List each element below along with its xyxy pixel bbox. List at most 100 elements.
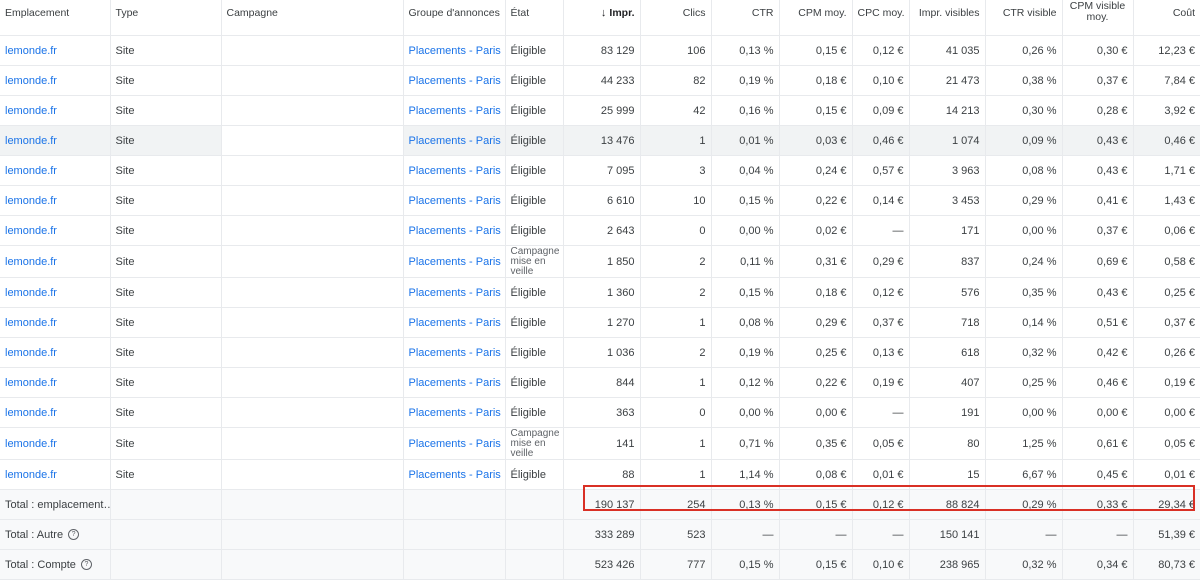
- clics-cell: 2: [640, 337, 712, 368]
- header-emplacement[interactable]: Emplacement: [0, 0, 111, 36]
- impr-cell: 1 270: [563, 307, 641, 338]
- status-cell: Campagne mise en veille: [505, 427, 564, 460]
- header-impr-visibles[interactable]: Impr. visibles: [909, 0, 986, 36]
- ctrv-cell: 0,30 %: [985, 95, 1063, 126]
- type-cell: Site: [110, 155, 222, 186]
- placement-link[interactable]: lemonde.fr: [0, 185, 111, 216]
- ad-group-link[interactable]: Placements - Paris: [403, 155, 506, 186]
- cout-cell: 12,23 €: [1133, 35, 1200, 66]
- totals-row: Total : Compte? 523 426 777 0,15 % 0,15 €0,1…: [0, 549, 1200, 580]
- help-circle-icon[interactable]: ?: [68, 529, 80, 541]
- header-type[interactable]: Type: [110, 0, 222, 36]
- ad-group-link[interactable]: Placements - Paris: [403, 215, 506, 246]
- ad-group-link[interactable]: Placements - Paris: [403, 427, 506, 460]
- placement-link[interactable]: lemonde.fr: [0, 277, 111, 308]
- ad-group-link[interactable]: Placements - Paris: [403, 277, 506, 308]
- placement-link[interactable]: lemonde.fr: [0, 397, 111, 428]
- placement-link[interactable]: lemonde.fr: [0, 367, 111, 398]
- cpc-cell: 0,12 €: [852, 35, 910, 66]
- clics-cell: 42: [640, 95, 712, 126]
- header-clics[interactable]: Clics: [640, 0, 712, 36]
- cpc-cell: 0,10 €: [852, 65, 910, 96]
- totals-iv-cell: 150 141: [909, 519, 986, 550]
- placement-link[interactable]: lemonde.fr: [0, 95, 111, 126]
- header-ctr[interactable]: CTR: [711, 0, 780, 36]
- header-cout[interactable]: Coût: [1133, 0, 1200, 36]
- status-cell: Éligible: [505, 277, 564, 308]
- header-etat[interactable]: État: [505, 0, 564, 36]
- ad-group-link[interactable]: Placements - Paris: [403, 459, 506, 490]
- clics-cell: 1: [640, 125, 712, 156]
- type-cell: Site: [110, 367, 222, 398]
- header-impr[interactable]: ↓ Impr.: [563, 0, 641, 36]
- totals-ctrv-cell: 0,32 %: [985, 549, 1063, 580]
- iv-cell: 618: [909, 337, 986, 368]
- table-row: lemonde.fr Site Placements - Paris Éligible…: [0, 65, 1200, 96]
- ad-group-link[interactable]: Placements - Paris: [403, 245, 506, 278]
- iv-cell: 1 074: [909, 125, 986, 156]
- ad-group-link[interactable]: Placements - Paris: [403, 337, 506, 368]
- header-groupe[interactable]: Groupe d'annonces: [403, 0, 506, 36]
- ad-group-link[interactable]: Placements - Paris: [403, 125, 506, 156]
- cpm-cell: 0,29 €: [779, 307, 853, 338]
- ad-group-link[interactable]: Placements - Paris: [403, 95, 506, 126]
- ad-group-link[interactable]: Placements - Paris: [403, 35, 506, 66]
- ad-group-link[interactable]: Placements - Paris: [403, 367, 506, 398]
- totals-empty-cell: [403, 489, 506, 520]
- cpmv-cell: 0,43 €: [1062, 155, 1134, 186]
- placement-link[interactable]: lemonde.fr: [0, 215, 111, 246]
- impr-cell: 83 129: [563, 35, 641, 66]
- header-cpm-visible[interactable]: CPM visible moy.: [1062, 0, 1134, 36]
- type-cell: Site: [110, 427, 222, 460]
- table-row: lemonde.fr Site Placements - Paris Éligible…: [0, 307, 1200, 338]
- placement-link[interactable]: lemonde.fr: [0, 125, 111, 156]
- header-ctr-visible[interactable]: CTR visible: [985, 0, 1063, 36]
- cout-cell: 1,43 €: [1133, 185, 1200, 216]
- type-cell: Site: [110, 397, 222, 428]
- campaign-cell: [221, 337, 404, 368]
- impr-cell: 844: [563, 367, 641, 398]
- campaign-cell: [221, 459, 404, 490]
- placement-link[interactable]: lemonde.fr: [0, 427, 111, 460]
- table-row: lemonde.fr Site Placements - Paris Éligible…: [0, 185, 1200, 216]
- cout-cell: 3,92 €: [1133, 95, 1200, 126]
- placement-link[interactable]: lemonde.fr: [0, 337, 111, 368]
- totals-empty-cell: [110, 489, 222, 520]
- iv-cell: 15: [909, 459, 986, 490]
- header-cpm[interactable]: CPM moy.: [779, 0, 853, 36]
- placement-link[interactable]: lemonde.fr: [0, 65, 111, 96]
- table-row: lemonde.fr Site Placements - Paris Éligible…: [0, 155, 1200, 186]
- ctr-cell: 0,11 %: [711, 245, 780, 278]
- placement-link[interactable]: lemonde.fr: [0, 459, 111, 490]
- status-cell: Campagne mise en veille: [505, 245, 564, 278]
- totals-empty-cell: [403, 519, 506, 550]
- cpmv-cell: 0,41 €: [1062, 185, 1134, 216]
- type-cell: Site: [110, 215, 222, 246]
- placement-link[interactable]: lemonde.fr: [0, 35, 111, 66]
- cpmv-cell: 0,45 €: [1062, 459, 1134, 490]
- placement-link[interactable]: lemonde.fr: [0, 307, 111, 338]
- header-campagne[interactable]: Campagne: [221, 0, 404, 36]
- header-cpc[interactable]: CPC moy.: [852, 0, 910, 36]
- placement-link[interactable]: lemonde.fr: [0, 245, 111, 278]
- ctr-cell: 0,00 %: [711, 215, 780, 246]
- impr-cell: 363: [563, 397, 641, 428]
- ad-group-link[interactable]: Placements - Paris: [403, 397, 506, 428]
- ad-group-link[interactable]: Placements - Paris: [403, 185, 506, 216]
- campaign-cell: [221, 65, 404, 96]
- ad-group-link[interactable]: Placements - Paris: [403, 65, 506, 96]
- header-impr-label: Impr.: [609, 7, 635, 19]
- cpc-cell: 0,13 €: [852, 337, 910, 368]
- ad-group-link[interactable]: Placements - Paris: [403, 307, 506, 338]
- ctr-cell: 0,08 %: [711, 307, 780, 338]
- impr-cell: 7 095: [563, 155, 641, 186]
- cpm-cell: 0,22 €: [779, 185, 853, 216]
- cpm-cell: 0,22 €: [779, 367, 853, 398]
- help-circle-icon[interactable]: ?: [80, 559, 92, 571]
- totals-label: Total : Autre: [5, 528, 64, 541]
- ctrv-cell: 1,25 %: [985, 427, 1063, 460]
- clics-cell: 1: [640, 367, 712, 398]
- totals-empty-cell: [110, 549, 222, 580]
- totals-impr-cell: 523 426: [563, 549, 641, 580]
- placement-link[interactable]: lemonde.fr: [0, 155, 111, 186]
